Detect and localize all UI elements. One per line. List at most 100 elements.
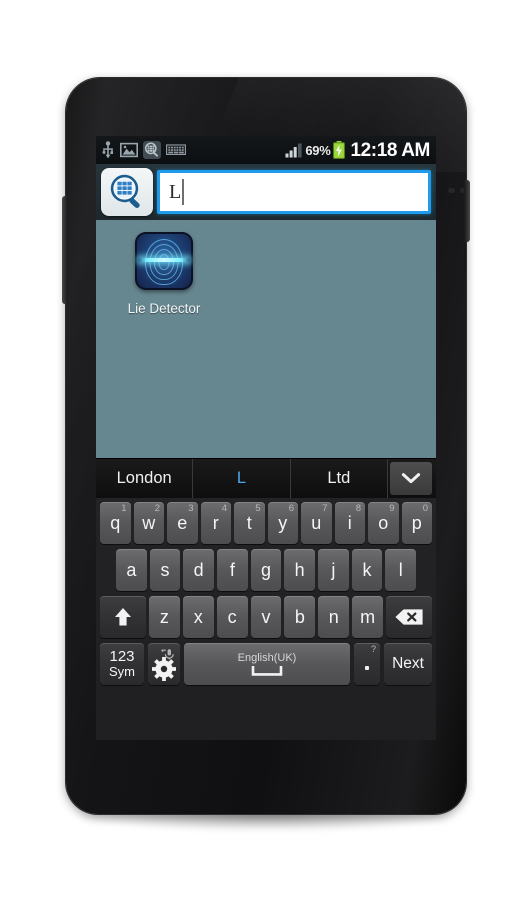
app-result-item[interactable]: Lie Detector — [114, 232, 214, 316]
on-screen-keyboard: 1q 2w 3e 4r 5t 6y 7u 8i 9o 0p a s d f g … — [96, 498, 436, 740]
key-number-hint: 3 — [188, 503, 194, 514]
key-label: w — [142, 512, 156, 533]
signal-bars-icon — [285, 143, 302, 157]
suggestion-0[interactable]: London — [96, 459, 194, 498]
key-t[interactable]: 5t — [234, 502, 265, 544]
key-label: y — [278, 512, 288, 533]
key-label: p — [411, 512, 422, 533]
key-number-hint: 6 — [288, 503, 294, 514]
key-r[interactable]: 4r — [200, 502, 231, 544]
scan-line — [138, 258, 190, 262]
period-key-hint: ? — [370, 644, 376, 654]
search-input-value: L — [169, 181, 182, 203]
key-number-hint: 4 — [221, 503, 227, 514]
keyboard-row-top: 1q 2w 3e 4r 5t 6y 7u 8i 9o 0p — [98, 502, 434, 544]
symbols-key-line2: Sym — [109, 664, 135, 680]
period-glyph — [365, 665, 369, 670]
key-k[interactable]: k — [351, 549, 383, 591]
chevron-down-icon[interactable] — [389, 462, 432, 495]
fingerprint-scanner-icon — [135, 232, 193, 290]
key-number-hint: 9 — [389, 503, 395, 514]
status-bar-system-icons: 69% 12:18 AM — [285, 141, 436, 160]
app-search-icon[interactable] — [101, 168, 153, 216]
key-label: i — [347, 512, 352, 533]
suggestion-1[interactable]: L — [193, 459, 291, 498]
key-i[interactable]: 8i — [334, 502, 365, 544]
backspace-key[interactable] — [386, 596, 433, 638]
backspace-icon — [395, 609, 423, 625]
period-key[interactable]: ? — [354, 643, 380, 685]
key-s[interactable]: s — [149, 549, 181, 591]
volume-rocker-button[interactable] — [62, 196, 68, 304]
key-label: u — [311, 512, 322, 533]
key-b[interactable]: b — [284, 596, 316, 638]
key-h[interactable]: h — [284, 549, 316, 591]
key-d[interactable]: d — [183, 549, 214, 591]
search-input[interactable]: L — [157, 170, 431, 214]
symbols-key-line1: 123 — [109, 648, 135, 666]
key-l[interactable]: l — [385, 549, 417, 591]
key-number-hint: 5 — [255, 503, 261, 514]
key-j[interactable]: j — [318, 549, 349, 591]
shift-key[interactable] — [100, 596, 146, 638]
key-label: e — [177, 512, 188, 533]
key-a[interactable]: a — [115, 549, 147, 591]
search-bar: L — [96, 164, 436, 220]
key-number-hint: 2 — [154, 503, 160, 514]
key-label: r — [212, 512, 219, 533]
key-x[interactable]: x — [182, 596, 214, 638]
battery-percentage: 69% — [305, 142, 331, 158]
key-w[interactable]: 2w — [133, 502, 164, 544]
space-key[interactable]: English(UK) — [184, 643, 350, 685]
chevron-down-glyph — [401, 473, 421, 484]
key-number-hint: 8 — [355, 503, 361, 514]
key-g[interactable]: g — [250, 549, 282, 591]
key-number-hint: 1 — [121, 503, 127, 514]
text-cursor — [182, 179, 185, 205]
key-q[interactable]: 1q — [100, 502, 131, 544]
key-e[interactable]: 3e — [167, 502, 198, 544]
status-bar: 69% 12:18 AM — [96, 136, 436, 164]
key-number-hint: 7 — [322, 503, 328, 514]
battery-charging-icon — [333, 141, 346, 159]
space-key-language-label: English(UK) — [237, 651, 297, 664]
key-f[interactable]: f — [217, 549, 248, 591]
status-bar-clock: 12:18 AM — [350, 139, 430, 161]
fingerprint-ridge — [158, 254, 170, 270]
keyboard-row-home: a s d f g h j k l — [98, 549, 434, 591]
key-y[interactable]: 6y — [267, 502, 298, 544]
key-v[interactable]: v — [250, 596, 282, 638]
phone-screen: 69% 12:18 AM L Lie Detector London L Ltd… — [96, 136, 436, 740]
settings-key[interactable] — [148, 643, 180, 685]
key-u[interactable]: 7u — [301, 502, 332, 544]
proximity-sensor-icon — [448, 188, 455, 193]
gear-icon — [152, 649, 176, 681]
suggestion-2[interactable]: Ltd — [291, 459, 388, 498]
screenshot-stage: 69% 12:18 AM L Lie Detector London L Ltd… — [0, 0, 532, 900]
keyboard-row-third: z x c v b n m — [98, 596, 434, 638]
symbols-key[interactable]: 123 Sym — [100, 643, 144, 685]
key-number-hint: 0 — [422, 503, 428, 514]
power-button[interactable] — [464, 180, 470, 242]
status-bar-notification-icons — [96, 141, 186, 159]
key-label: q — [110, 512, 121, 533]
key-o[interactable]: 9o — [368, 502, 399, 544]
key-label: o — [378, 512, 389, 533]
keyboard-row-bottom: 123 Sym English(UK) ? Next — [98, 643, 434, 685]
magnifier-grid-icon — [110, 174, 140, 209]
search-results-area: Lie Detector — [96, 220, 436, 458]
gallery-icon — [120, 142, 138, 158]
keyboard-suggestion-bar: London L Ltd — [96, 458, 436, 498]
keyboard-icon — [166, 144, 186, 155]
key-label: t — [246, 512, 252, 533]
key-z[interactable]: z — [149, 596, 180, 638]
key-m[interactable]: m — [352, 596, 384, 638]
search-icon — [143, 141, 161, 159]
key-p[interactable]: 0p — [401, 502, 432, 544]
key-n[interactable]: n — [318, 596, 350, 638]
key-c[interactable]: c — [216, 596, 248, 638]
next-key[interactable]: Next — [384, 643, 432, 685]
spacebar-icon — [251, 665, 283, 676]
shift-arrow-icon — [115, 608, 131, 626]
app-result-label: Lie Detector — [127, 301, 201, 316]
